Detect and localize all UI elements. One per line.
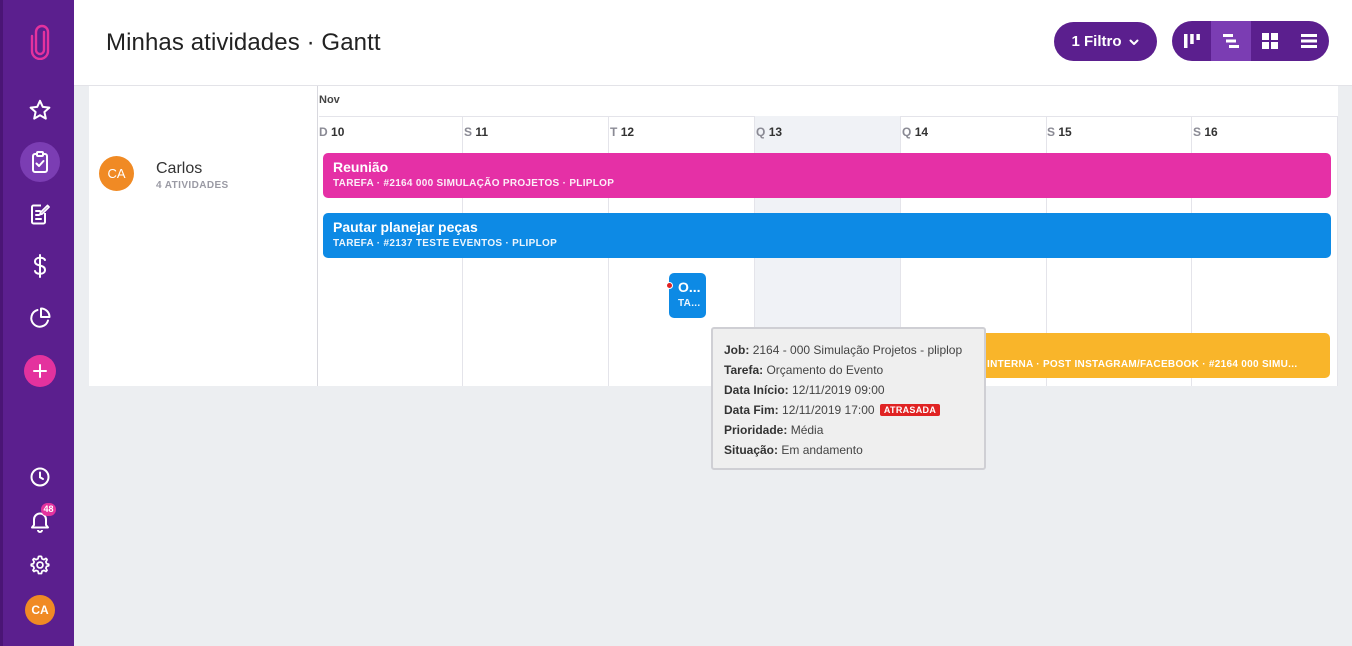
plus-icon bbox=[33, 364, 47, 378]
view-gantt-button[interactable] bbox=[1211, 21, 1251, 61]
sidebar-item-documents[interactable] bbox=[3, 198, 77, 230]
day-number: 15 bbox=[1058, 125, 1072, 139]
sidebar-item-reports[interactable] bbox=[3, 302, 77, 334]
sidebar-item-history[interactable] bbox=[3, 463, 77, 491]
task-meta: INTERNA · POST INSTAGRAM/FACEBOOK · #216… bbox=[987, 359, 1298, 370]
task-bar[interactable]: Pautar planejar peças TAREFA · #2137 TES… bbox=[323, 213, 1331, 258]
task-title: Pautar planejar peças bbox=[333, 219, 478, 235]
clipboard-check-icon bbox=[32, 151, 48, 173]
day-label: S 16 bbox=[1193, 125, 1218, 139]
sidebar-item-favorites[interactable] bbox=[3, 94, 77, 126]
gantt-icon bbox=[1222, 34, 1239, 48]
day-of-week: Q bbox=[756, 125, 766, 139]
view-list-button[interactable] bbox=[1290, 21, 1329, 61]
day-label: D 10 bbox=[319, 125, 344, 139]
day-label: S 15 bbox=[1047, 125, 1072, 139]
day-label: T 12 bbox=[610, 125, 634, 139]
day-label: Q 13 bbox=[756, 125, 782, 139]
grid-icon bbox=[1262, 33, 1279, 49]
day-number: 13 bbox=[768, 125, 783, 139]
tooltip-start: Data Início: 12/11/2019 09:00 bbox=[724, 380, 973, 400]
chevron-down-icon bbox=[1129, 39, 1138, 45]
sidebar-item-finance[interactable] bbox=[3, 250, 77, 282]
tooltip-job-value: 2164 - 000 Simulação Projetos - pliplop bbox=[752, 343, 963, 357]
late-badge: ATRASADA bbox=[879, 404, 941, 416]
clock-icon bbox=[30, 467, 50, 487]
sidebar-item-add[interactable] bbox=[3, 355, 77, 387]
sidebar-item-notifications[interactable] bbox=[3, 507, 77, 535]
tooltip-task-label: Tarefa: bbox=[724, 363, 764, 377]
task-meta: TAREFA · #2164 000 SIMULAÇÃO PROJETOS · … bbox=[333, 178, 615, 189]
task-meta: TA... bbox=[678, 298, 701, 309]
tooltip-end-label: Data Fim: bbox=[724, 403, 779, 417]
day-number: 14 bbox=[914, 125, 929, 139]
person-avatar: CA bbox=[99, 156, 134, 191]
day-number: 16 bbox=[1204, 125, 1218, 139]
task-title: O... bbox=[678, 279, 701, 295]
day-of-week: Q bbox=[902, 125, 912, 139]
tooltip-priority: Prioridade: Média bbox=[724, 420, 973, 440]
page-title: Minhas atividades · Gantt bbox=[106, 29, 381, 56]
sidebar-item-activities[interactable] bbox=[3, 146, 77, 178]
add-button[interactable] bbox=[24, 355, 56, 387]
tooltip-start-value: 12/11/2019 09:00 bbox=[792, 383, 885, 397]
task-bar-small[interactable]: O... TA... bbox=[669, 273, 706, 318]
person-name: Carlos bbox=[156, 160, 203, 177]
pie-chart-icon bbox=[30, 307, 51, 328]
page-header: Minhas atividades · Gantt 1 Filtro bbox=[74, 0, 1352, 86]
tooltip-end-value: 12/11/2019 17:00 bbox=[782, 403, 875, 417]
tooltip-priority-label: Prioridade: bbox=[724, 423, 788, 437]
people-column: CA Carlos 4 ATIVIDADES bbox=[89, 86, 318, 386]
tooltip-status: Situação: Em andamento bbox=[724, 440, 973, 460]
tooltip-status-label: Situação: bbox=[724, 443, 779, 457]
late-indicator-dot bbox=[666, 282, 673, 289]
view-kanban-button[interactable] bbox=[1172, 21, 1211, 61]
kanban-icon bbox=[1183, 34, 1200, 48]
user-avatar[interactable]: CA bbox=[25, 595, 55, 625]
day-of-week: T bbox=[610, 125, 618, 139]
day-of-week: D bbox=[319, 125, 328, 139]
day-label: Q 14 bbox=[902, 125, 928, 139]
day-of-week: S bbox=[1047, 125, 1056, 139]
tooltip-start-label: Data Início: bbox=[724, 383, 789, 397]
tooltip-priority-value: Média bbox=[790, 423, 824, 437]
month-label: Nov bbox=[319, 94, 340, 106]
task-bar[interactable]: Reunião TAREFA · #2164 000 SIMULAÇÃO PRO… bbox=[323, 153, 1331, 198]
day-of-week: S bbox=[1193, 125, 1202, 139]
filter-button[interactable]: 1 Filtro bbox=[1054, 22, 1157, 61]
tooltip-task-value: Orçamento do Evento bbox=[766, 363, 884, 377]
tooltip-job-label: Job: bbox=[724, 343, 750, 357]
dollar-icon bbox=[33, 254, 47, 278]
view-grid-button[interactable] bbox=[1251, 21, 1290, 61]
day-number: 10 bbox=[331, 125, 345, 139]
list-icon bbox=[1301, 34, 1318, 48]
filter-label: 1 Filtro bbox=[1071, 33, 1122, 50]
edit-document-icon bbox=[31, 204, 50, 225]
tooltip-job: Job: 2164 - 000 Simulação Projetos - pli… bbox=[724, 340, 973, 360]
notification-badge: 48 bbox=[41, 503, 56, 516]
app-logo[interactable] bbox=[3, 22, 77, 62]
sidebar-user[interactable]: CA bbox=[3, 595, 77, 625]
day-number: 11 bbox=[475, 125, 489, 139]
sidebar-item-settings[interactable] bbox=[3, 551, 77, 579]
task-meta: TAREFA · #2137 TESTE EVENTOS · PLIPLOP bbox=[333, 238, 558, 249]
star-icon bbox=[29, 99, 51, 120]
task-tooltip: Job: 2164 - 000 Simulação Projetos - pli… bbox=[711, 327, 986, 470]
view-switcher bbox=[1172, 21, 1329, 61]
day-number: 12 bbox=[620, 125, 635, 139]
task-title: Reunião bbox=[333, 159, 389, 175]
paperclip-logo-icon bbox=[30, 24, 50, 60]
tooltip-end: Data Fim: 12/11/2019 17:00 ATRASADA bbox=[724, 400, 973, 420]
day-of-week: S bbox=[464, 125, 473, 139]
person-activity-count: 4 ATIVIDADES bbox=[156, 180, 229, 191]
gear-icon bbox=[30, 555, 50, 575]
day-label: S 11 bbox=[464, 125, 488, 139]
sidebar: 48 CA bbox=[0, 0, 74, 646]
tooltip-status-value: Em andamento bbox=[781, 443, 863, 457]
tooltip-task: Tarefa: Orçamento do Evento bbox=[724, 360, 973, 380]
